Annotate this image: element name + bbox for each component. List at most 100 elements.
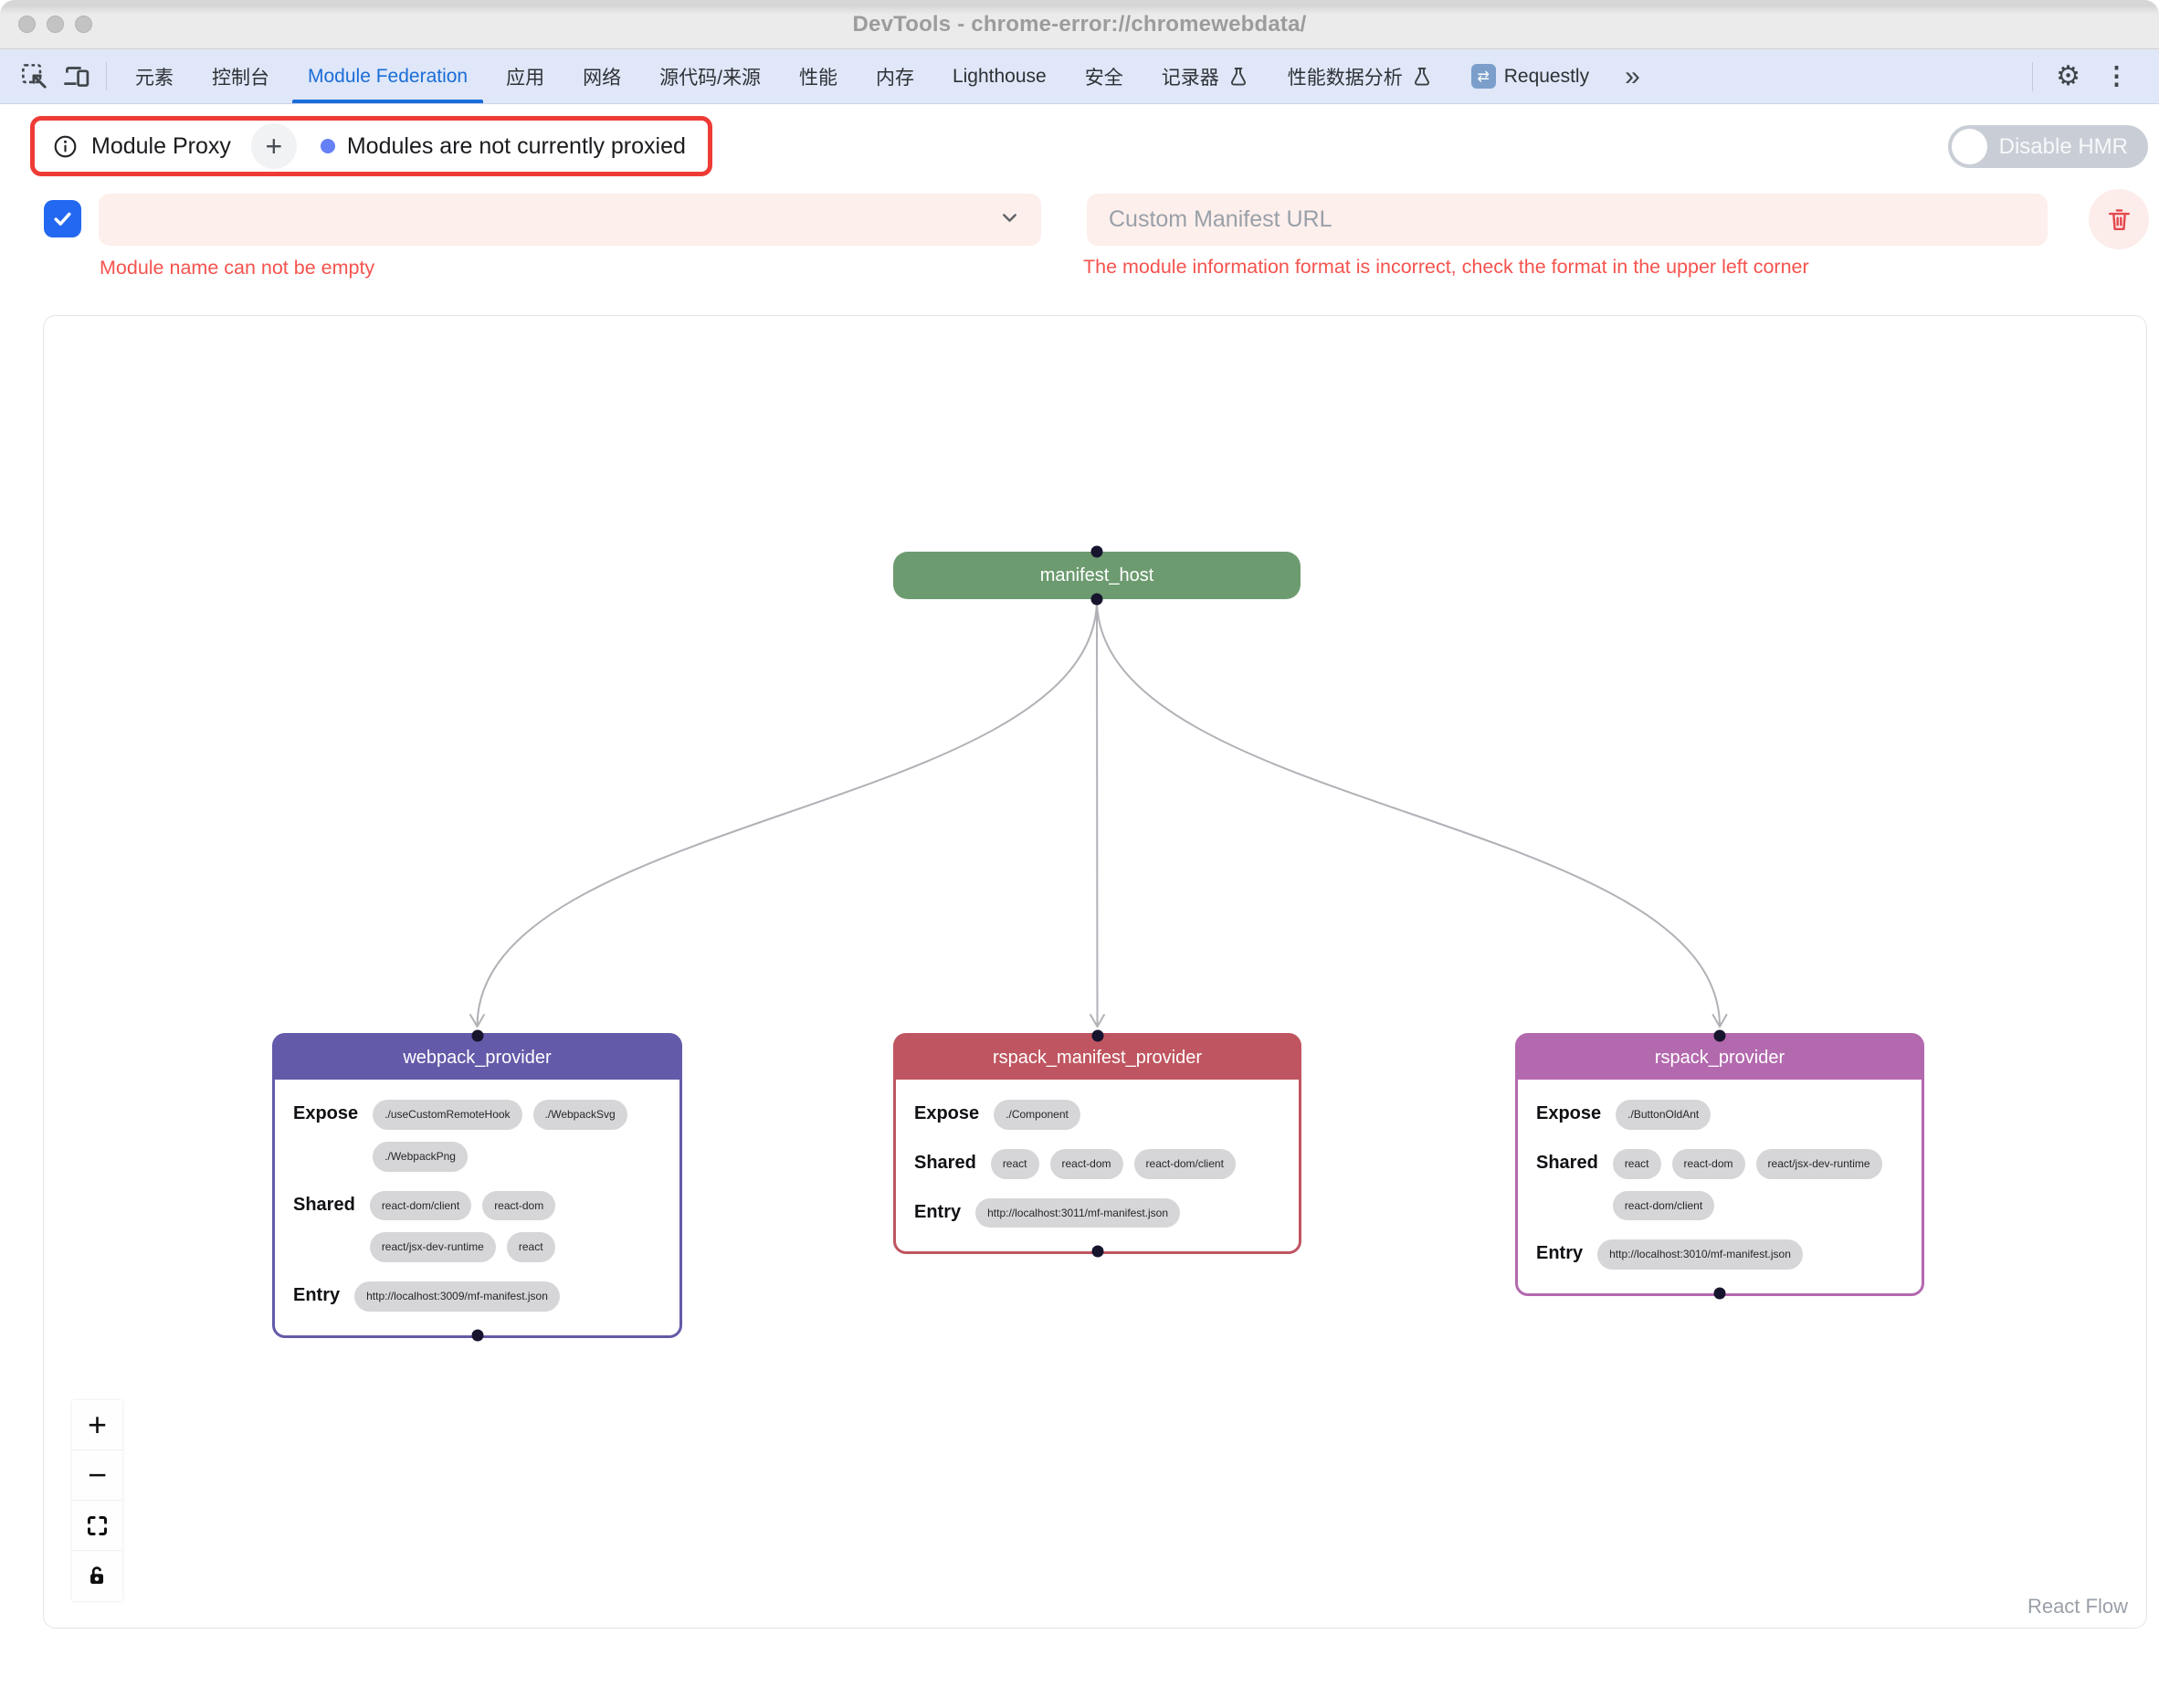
node-title: rspack_provider [1518, 1036, 1922, 1080]
entry-tag: http://localhost:3011/mf-manifest.json [975, 1198, 1180, 1228]
disable-hmr-toggle[interactable]: Disable HMR [1948, 125, 2148, 168]
tab-performance-insights[interactable]: 性能数据分析 [1269, 49, 1452, 103]
tab-console[interactable]: 控制台 [193, 49, 289, 103]
module-enabled-checkbox[interactable] [44, 200, 81, 237]
node-rspack-manifest-provider[interactable]: rspack_manifest_providerExpose./Componen… [893, 1033, 1301, 1254]
delete-module-button[interactable] [2089, 189, 2149, 249]
expose-tag: ./WebpackPng [373, 1142, 468, 1172]
entry-label: Entry [914, 1198, 961, 1223]
target-handle[interactable] [1091, 1030, 1103, 1042]
tab-memory-label: 内存 [876, 63, 914, 90]
tab-network-label: 网络 [583, 63, 621, 90]
expose-tag: ./Component [994, 1100, 1080, 1130]
titlebar: DevTools - chrome-error://chromewebdata/ [0, 0, 2159, 49]
minimize-button[interactable] [47, 16, 64, 33]
shared-tag: react-dom/client [370, 1191, 471, 1221]
entry-tag: http://localhost:3010/mf-manifest.json [1597, 1239, 1803, 1270]
tab-module-federation[interactable]: Module Federation [289, 49, 487, 103]
node-title: webpack_provider [275, 1036, 679, 1080]
tab-elements-label: 元素 [135, 63, 174, 90]
tab-elements[interactable]: 元素 [116, 49, 193, 103]
devtools-toolbar: 元素控制台 Module Federation 应用网络源代码/来源性能 内存 Ligh… [0, 49, 2159, 104]
react-flow-canvas[interactable]: manifest_host webpack_providerExpose./use… [43, 315, 2147, 1629]
shared-tag: react-dom [482, 1191, 555, 1221]
tab-network[interactable]: 网络 [563, 49, 640, 103]
node-webpack-provider[interactable]: webpack_providerExpose./useCustomRemoteH… [272, 1033, 682, 1338]
module-name-select[interactable] [99, 194, 1041, 246]
shared-label: Shared [914, 1149, 976, 1174]
node-rspack-provider[interactable]: rspack_providerExpose./ButtonOldAntShare… [1515, 1033, 1924, 1296]
tab-performance-insights-label: 性能数据分析 [1288, 63, 1403, 90]
shared-tag: react-dom [1050, 1149, 1123, 1179]
window-title: DevTools - chrome-error://chromewebdata/ [853, 12, 1307, 37]
entry-row: Entryhttp://localhost:3009/mf-manifest.j… [293, 1281, 661, 1312]
shared-tag: react [507, 1232, 555, 1262]
shared-tag: react-dom/client [1134, 1149, 1236, 1179]
flask-icon [1411, 66, 1433, 88]
target-handle[interactable] [1714, 1030, 1726, 1042]
tab-module-federation-label: Module Federation [308, 66, 468, 88]
target-handle[interactable] [1091, 546, 1103, 558]
shared-tags: react-dom/clientreact-domreact/jsx-dev-r… [370, 1191, 661, 1263]
devtools-window: DevTools - chrome-error://chromewebdata/… [0, 0, 2159, 1708]
disable-hmr-label: Disable HMR [1999, 134, 2128, 160]
toggle-knob [1952, 129, 1987, 164]
custom-manifest-url-field [1087, 194, 2048, 246]
close-button[interactable] [18, 16, 36, 33]
tab-performance[interactable]: 性能 [780, 49, 857, 103]
tab-recorder[interactable]: 记录器 [1143, 49, 1269, 103]
shared-label: Shared [293, 1191, 355, 1216]
more-tabs-button[interactable]: » [1608, 49, 1657, 103]
module-proxy-title: Module Proxy [91, 133, 231, 160]
expose-tag: ./ButtonOldAnt [1616, 1100, 1711, 1130]
kebab-menu-icon[interactable]: ⋮ [2092, 64, 2141, 89]
inspect-element-icon[interactable] [13, 49, 55, 103]
node-title: rspack_manifest_provider [896, 1036, 1299, 1080]
tab-security-label: 安全 [1085, 63, 1123, 90]
custom-manifest-url-input[interactable] [1087, 194, 2048, 246]
source-handle[interactable] [1091, 594, 1103, 606]
tab-lighthouse[interactable]: Lighthouse [933, 49, 1066, 103]
shared-tag: react [991, 1149, 1039, 1179]
entry-row: Entry http://localhost:3011/mf-manifest.j… [914, 1198, 1280, 1228]
module-name-error: Module name can not be empty [100, 257, 374, 279]
expose-row: Expose./ButtonOldAnt [1536, 1100, 1903, 1130]
tab-memory[interactable]: 内存 [857, 49, 933, 103]
add-proxy-button[interactable]: + [251, 123, 297, 169]
lock-button[interactable] [72, 1551, 122, 1601]
tab-requestly[interactable]: ⇄Requestly [1452, 49, 1608, 103]
settings-gear-icon[interactable]: ⚙ [2044, 63, 2092, 90]
source-handle[interactable] [471, 1329, 483, 1341]
shared-tag: react-dom [1672, 1149, 1745, 1179]
zoom-out-icon: − [88, 1459, 107, 1492]
source-handle[interactable] [1714, 1288, 1726, 1300]
tab-sources[interactable]: 源代码/来源 [640, 49, 780, 103]
source-handle[interactable] [1091, 1246, 1103, 1258]
shared-tags: react react-dom react-dom/client [991, 1149, 1236, 1179]
tab-requestly-label: Requestly [1504, 66, 1589, 88]
proxy-status-text: Modules are not currently proxied [347, 133, 686, 160]
entry-tags: http://localhost:3011/mf-manifest.json [975, 1198, 1180, 1228]
edge-manifest-host-to-rspack-provider [1097, 599, 1720, 1027]
device-toolbar-icon[interactable] [55, 49, 97, 103]
expose-tags: ./useCustomRemoteHook./WebpackSvg./Webpa… [373, 1100, 661, 1172]
zoom-in-button[interactable]: + [72, 1400, 122, 1450]
zoom-out-button[interactable]: − [72, 1450, 122, 1501]
node-manifest-host[interactable]: manifest_host [893, 552, 1301, 599]
tab-security[interactable]: 安全 [1066, 49, 1143, 103]
react-flow-attribution[interactable]: React Flow [2027, 1595, 2128, 1618]
shared-tag: react-dom/client [1613, 1191, 1714, 1221]
flow-controls: +− [72, 1400, 122, 1601]
tab-performance-label: 性能 [799, 63, 837, 90]
lock-icon [85, 1564, 110, 1588]
shared-tag: react/jsx-dev-runtime [1756, 1149, 1882, 1179]
zoom-in-icon: + [88, 1408, 107, 1441]
zoom-button[interactable] [75, 16, 92, 33]
entry-tags: http://localhost:3009/mf-manifest.json [354, 1281, 560, 1312]
target-handle[interactable] [471, 1030, 483, 1042]
entry-tags: http://localhost:3010/mf-manifest.json [1597, 1239, 1803, 1270]
fit-view-button[interactable] [72, 1501, 122, 1551]
info-icon[interactable] [53, 134, 78, 159]
tab-application[interactable]: 应用 [487, 49, 563, 103]
node-body: Expose./ComponentSharedreactreact-domrea… [896, 1080, 1299, 1251]
